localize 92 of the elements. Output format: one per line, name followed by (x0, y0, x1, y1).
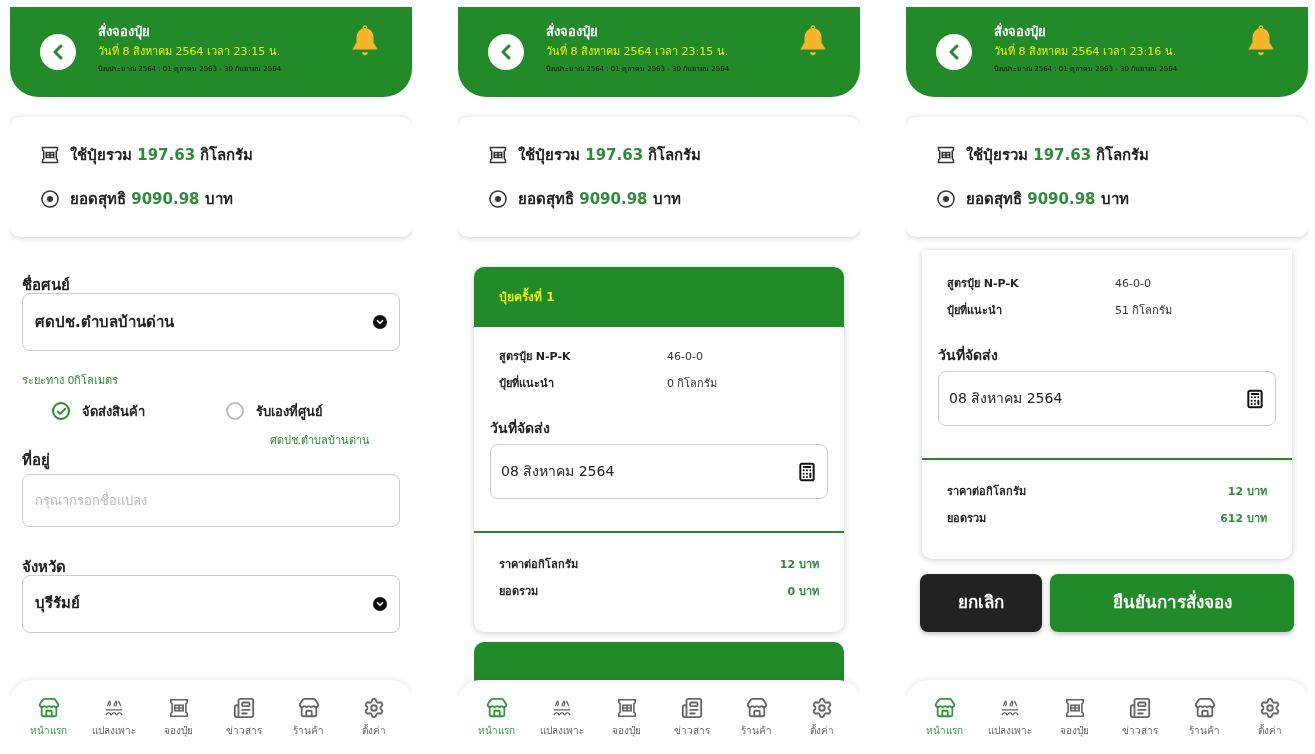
price-label: ราคาต่อกิโลกรัม (499, 557, 578, 573)
pickup-center-text: ศดปช.ตำบลบ้านด่าน (269, 433, 370, 449)
store-icon (485, 696, 508, 719)
net-total: ยอดสุทธิ 9090.98 บาท (70, 189, 233, 211)
store-icon (745, 696, 768, 719)
nav-item[interactable]: แปลงเพาะ (530, 696, 593, 738)
settings-icon (1258, 696, 1281, 719)
nav-item[interactable]: ร้านค้า (1173, 696, 1236, 738)
store-icon (37, 696, 60, 719)
dropdown-icon (373, 315, 387, 329)
field-label: จังหวัด (22, 558, 67, 575)
field-label: ที่อยู่ (22, 451, 51, 468)
sack-icon (167, 696, 190, 719)
settings-icon (810, 696, 833, 719)
nav-item[interactable]: ตั้งค่า (790, 696, 853, 738)
page-title: สั่งจองปุ๋ย (546, 21, 599, 42)
nav-item[interactable]: แปลงเพาะ (978, 696, 1041, 738)
date-time: วันที่ 8 สิงหาคม 2564 เวลา 23:16 น. (994, 44, 1178, 61)
store-icon (933, 696, 956, 719)
date-field[interactable]: 08 สิงหาคม 2564 (490, 444, 828, 499)
price-label: ราคาต่อกิโลกรัม (947, 484, 1026, 500)
price-value: 612 บาท (1220, 510, 1267, 527)
price-value: 12 บาท (1227, 484, 1267, 500)
store-icon (297, 696, 320, 719)
delivery-radio[interactable]: รับเองที่ศูนย์ (226, 401, 400, 421)
sack-icon (936, 144, 956, 165)
net-total: ยอดสุทธิ 9090.98 บาท (966, 189, 1129, 211)
detail-value: 0 กิโลกรัม (667, 375, 718, 392)
fertilizer-total: ใช้ปุ๋ยรวม 197.63 กิโลกรัม (70, 144, 254, 166)
sack-icon (615, 696, 638, 719)
nav-item[interactable]: แปลงเพาะ (82, 696, 145, 738)
calculator-icon (1245, 388, 1265, 409)
back-button[interactable] (936, 34, 972, 70)
page-title: สั่งจองปุ๋ย (994, 21, 1047, 42)
field-label: วันที่จัดส่ง (938, 347, 998, 363)
nav-item[interactable]: หน้าแรก (465, 696, 528, 738)
nav-item[interactable]: ตั้งค่า (1238, 696, 1301, 738)
date-time: วันที่ 8 สิงหาคม 2564 เวลา 23:15 น. (546, 44, 730, 61)
newspaper-icon (1128, 696, 1151, 719)
nav-item[interactable]: ข่าวสาร (1108, 696, 1171, 738)
settings-icon (362, 696, 385, 719)
back-button[interactable] (488, 34, 524, 70)
delivery-radio[interactable]: จัดส่งสินค้า (52, 401, 226, 421)
province-select[interactable]: บุรีรัมย์ (22, 574, 400, 633)
nav-item[interactable]: จองปุ๋ย (1043, 696, 1106, 738)
coin-icon (488, 189, 508, 210)
dropdown-icon (373, 596, 387, 611)
net-total: ยอดสุทธิ 9090.98 บาท (518, 189, 681, 211)
calculator-icon (797, 461, 817, 482)
detail-label: ปุ๋ยที่แนะนำ (947, 302, 1003, 319)
confirm-button[interactable]: ยืนยันการสั่งจอง (1050, 574, 1294, 632)
date-time: วันที่ 8 สิงหาคม 2564 เวลา 23:15 น. (98, 44, 282, 61)
card-title: ปุ๋ยครั้งที่ 1 (499, 288, 555, 306)
nav-item[interactable]: ตั้งค่า (342, 696, 405, 738)
store-icon (1193, 696, 1216, 719)
sack-icon (488, 144, 508, 165)
nav-item[interactable]: จองปุ๋ย (147, 696, 210, 738)
detail-value: 51 กิโลกรัม (1115, 302, 1173, 319)
newspaper-icon (232, 696, 255, 719)
price-label: ยอดรวม (947, 510, 986, 527)
fertilizer-total: ใช้ปุ๋ยรวม 197.63 กิโลกรัม (966, 144, 1150, 166)
date-field[interactable]: 08 สิงหาคม 2564 (938, 371, 1276, 426)
detail-label: สูตรปุ๋ย N-P-K (499, 349, 572, 366)
distance-text: ระยะทาง 0กิโลเมตร (22, 373, 120, 389)
nav-item[interactable]: หน้าแรก (17, 696, 80, 738)
detail-value: 46-0-0 (667, 349, 703, 365)
coin-icon (40, 189, 60, 210)
price-value: 12 บาท (779, 557, 819, 573)
center-select[interactable]: ศดปช.ตำบลบ้านด่าน (22, 293, 400, 351)
nav-item[interactable]: ร้านค้า (725, 696, 788, 738)
page-title: สั่งจองปุ๋ย (98, 21, 151, 42)
price-label: ยอดรวม (499, 583, 538, 600)
detail-label: สูตรปุ๋ย N-P-K (947, 276, 1020, 293)
nav-item[interactable]: ร้านค้า (277, 696, 340, 738)
newspaper-icon (680, 696, 703, 719)
detail-label: ปุ๋ยที่แนะนำ (499, 375, 555, 392)
cancel-button[interactable]: ยกเลิก (920, 574, 1042, 632)
detail-value: 46-0-0 (1115, 276, 1151, 292)
coin-icon (936, 189, 956, 210)
fertilizer-total: ใช้ปุ๋ยรวม 197.63 กิโลกรัม (518, 144, 702, 166)
back-button[interactable] (40, 34, 76, 70)
radio-checked-icon (52, 402, 70, 421)
field-label: วันที่จัดส่ง (490, 420, 550, 436)
nav-item[interactable]: หน้าแรก (913, 696, 976, 738)
radio-unchecked-icon (226, 402, 244, 421)
address-input[interactable]: กรุณากรอกชื่อแปลง (22, 473, 400, 527)
sack-icon (40, 144, 60, 165)
nav-item[interactable]: ข่าวสาร (212, 696, 275, 738)
sack-icon (1063, 696, 1086, 719)
nav-item[interactable]: ข่าวสาร (660, 696, 723, 738)
price-value: 0 บาท (787, 583, 819, 600)
nav-item[interactable]: จองปุ๋ย (595, 696, 658, 738)
